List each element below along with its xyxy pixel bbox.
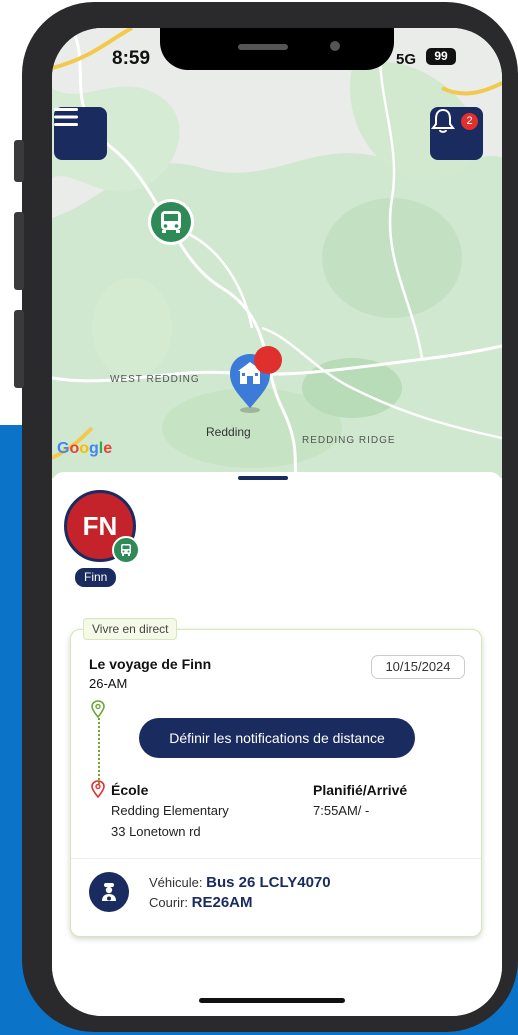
destination-pin-icon — [91, 780, 105, 803]
driver-icon — [89, 872, 129, 912]
phone-volume-up — [14, 212, 24, 290]
front-camera — [330, 41, 340, 51]
sheet-drag-handle[interactable] — [238, 476, 288, 480]
vehicle-value: Bus 26 LCLY4070 — [206, 874, 331, 891]
live-status-tag: Vivre en direct — [83, 618, 178, 640]
notifications-button[interactable]: 2 — [430, 107, 483, 160]
avatar-bus-badge — [112, 536, 140, 564]
map-label-west-redding: WEST REDDING — [110, 374, 200, 385]
school-name: Redding Elementary — [111, 803, 229, 818]
schedule-value: 7:55AM/ - — [313, 803, 370, 818]
route-dotted-line — [98, 718, 100, 784]
bottom-sheet: FN Finn Vivre en direct Le voyage de Fin… — [52, 472, 502, 1016]
trip-code: 26-AM — [89, 676, 128, 691]
trip-date[interactable]: 10/15/2024 — [371, 655, 465, 679]
bell-icon — [431, 108, 455, 133]
courier-label: Courir: — [149, 895, 189, 910]
status-network: 5G — [396, 51, 417, 68]
phone-screen: WEST REDDING Redding REDDING RIDGE Googl… — [52, 28, 502, 1016]
menu-button[interactable] — [54, 107, 107, 160]
school-heading: École — [111, 782, 149, 798]
hamburger-icon — [54, 108, 78, 126]
map-view[interactable]: WEST REDDING Redding REDDING RIDGE Googl… — [52, 28, 502, 478]
battery-indicator: 99 — [426, 48, 456, 65]
speaker-grille — [238, 44, 288, 50]
schedule-heading: Planifié/Arrivé — [313, 782, 408, 798]
courier-value: RE26AM — [191, 894, 253, 911]
trip-title: Le voyage de Finn — [89, 656, 212, 672]
vehicle-label: Véhicule: — [149, 875, 203, 890]
card-divider — [71, 858, 481, 859]
home-indicator[interactable] — [199, 998, 345, 1003]
trip-card: Vivre en direct Le voyage de Finn 26-AM … — [70, 618, 482, 937]
map-label-redding-ridge: REDDING RIDGE — [302, 435, 396, 446]
phone-volume-down — [14, 310, 24, 388]
status-time: 8:59 — [112, 48, 151, 69]
student-name-pill[interactable]: Finn — [75, 568, 117, 587]
vehicle-info: Véhicule: Bus 26 LCLY4070 — [149, 874, 331, 891]
school-pin-icon — [230, 346, 282, 413]
google-logo: Google — [57, 440, 113, 457]
phone-notch — [160, 28, 394, 70]
phone-mute-switch — [14, 140, 24, 182]
school-address: 33 Lonetown rd — [111, 824, 201, 839]
set-distance-notifications-button[interactable]: Définir les notifications de distance — [139, 718, 415, 758]
courier-info: Courir: RE26AM — [149, 894, 253, 911]
bus-icon — [148, 199, 194, 245]
bus-icon — [121, 544, 131, 556]
map-label-redding: Redding — [206, 425, 251, 439]
notification-count-badge: 2 — [461, 113, 478, 130]
